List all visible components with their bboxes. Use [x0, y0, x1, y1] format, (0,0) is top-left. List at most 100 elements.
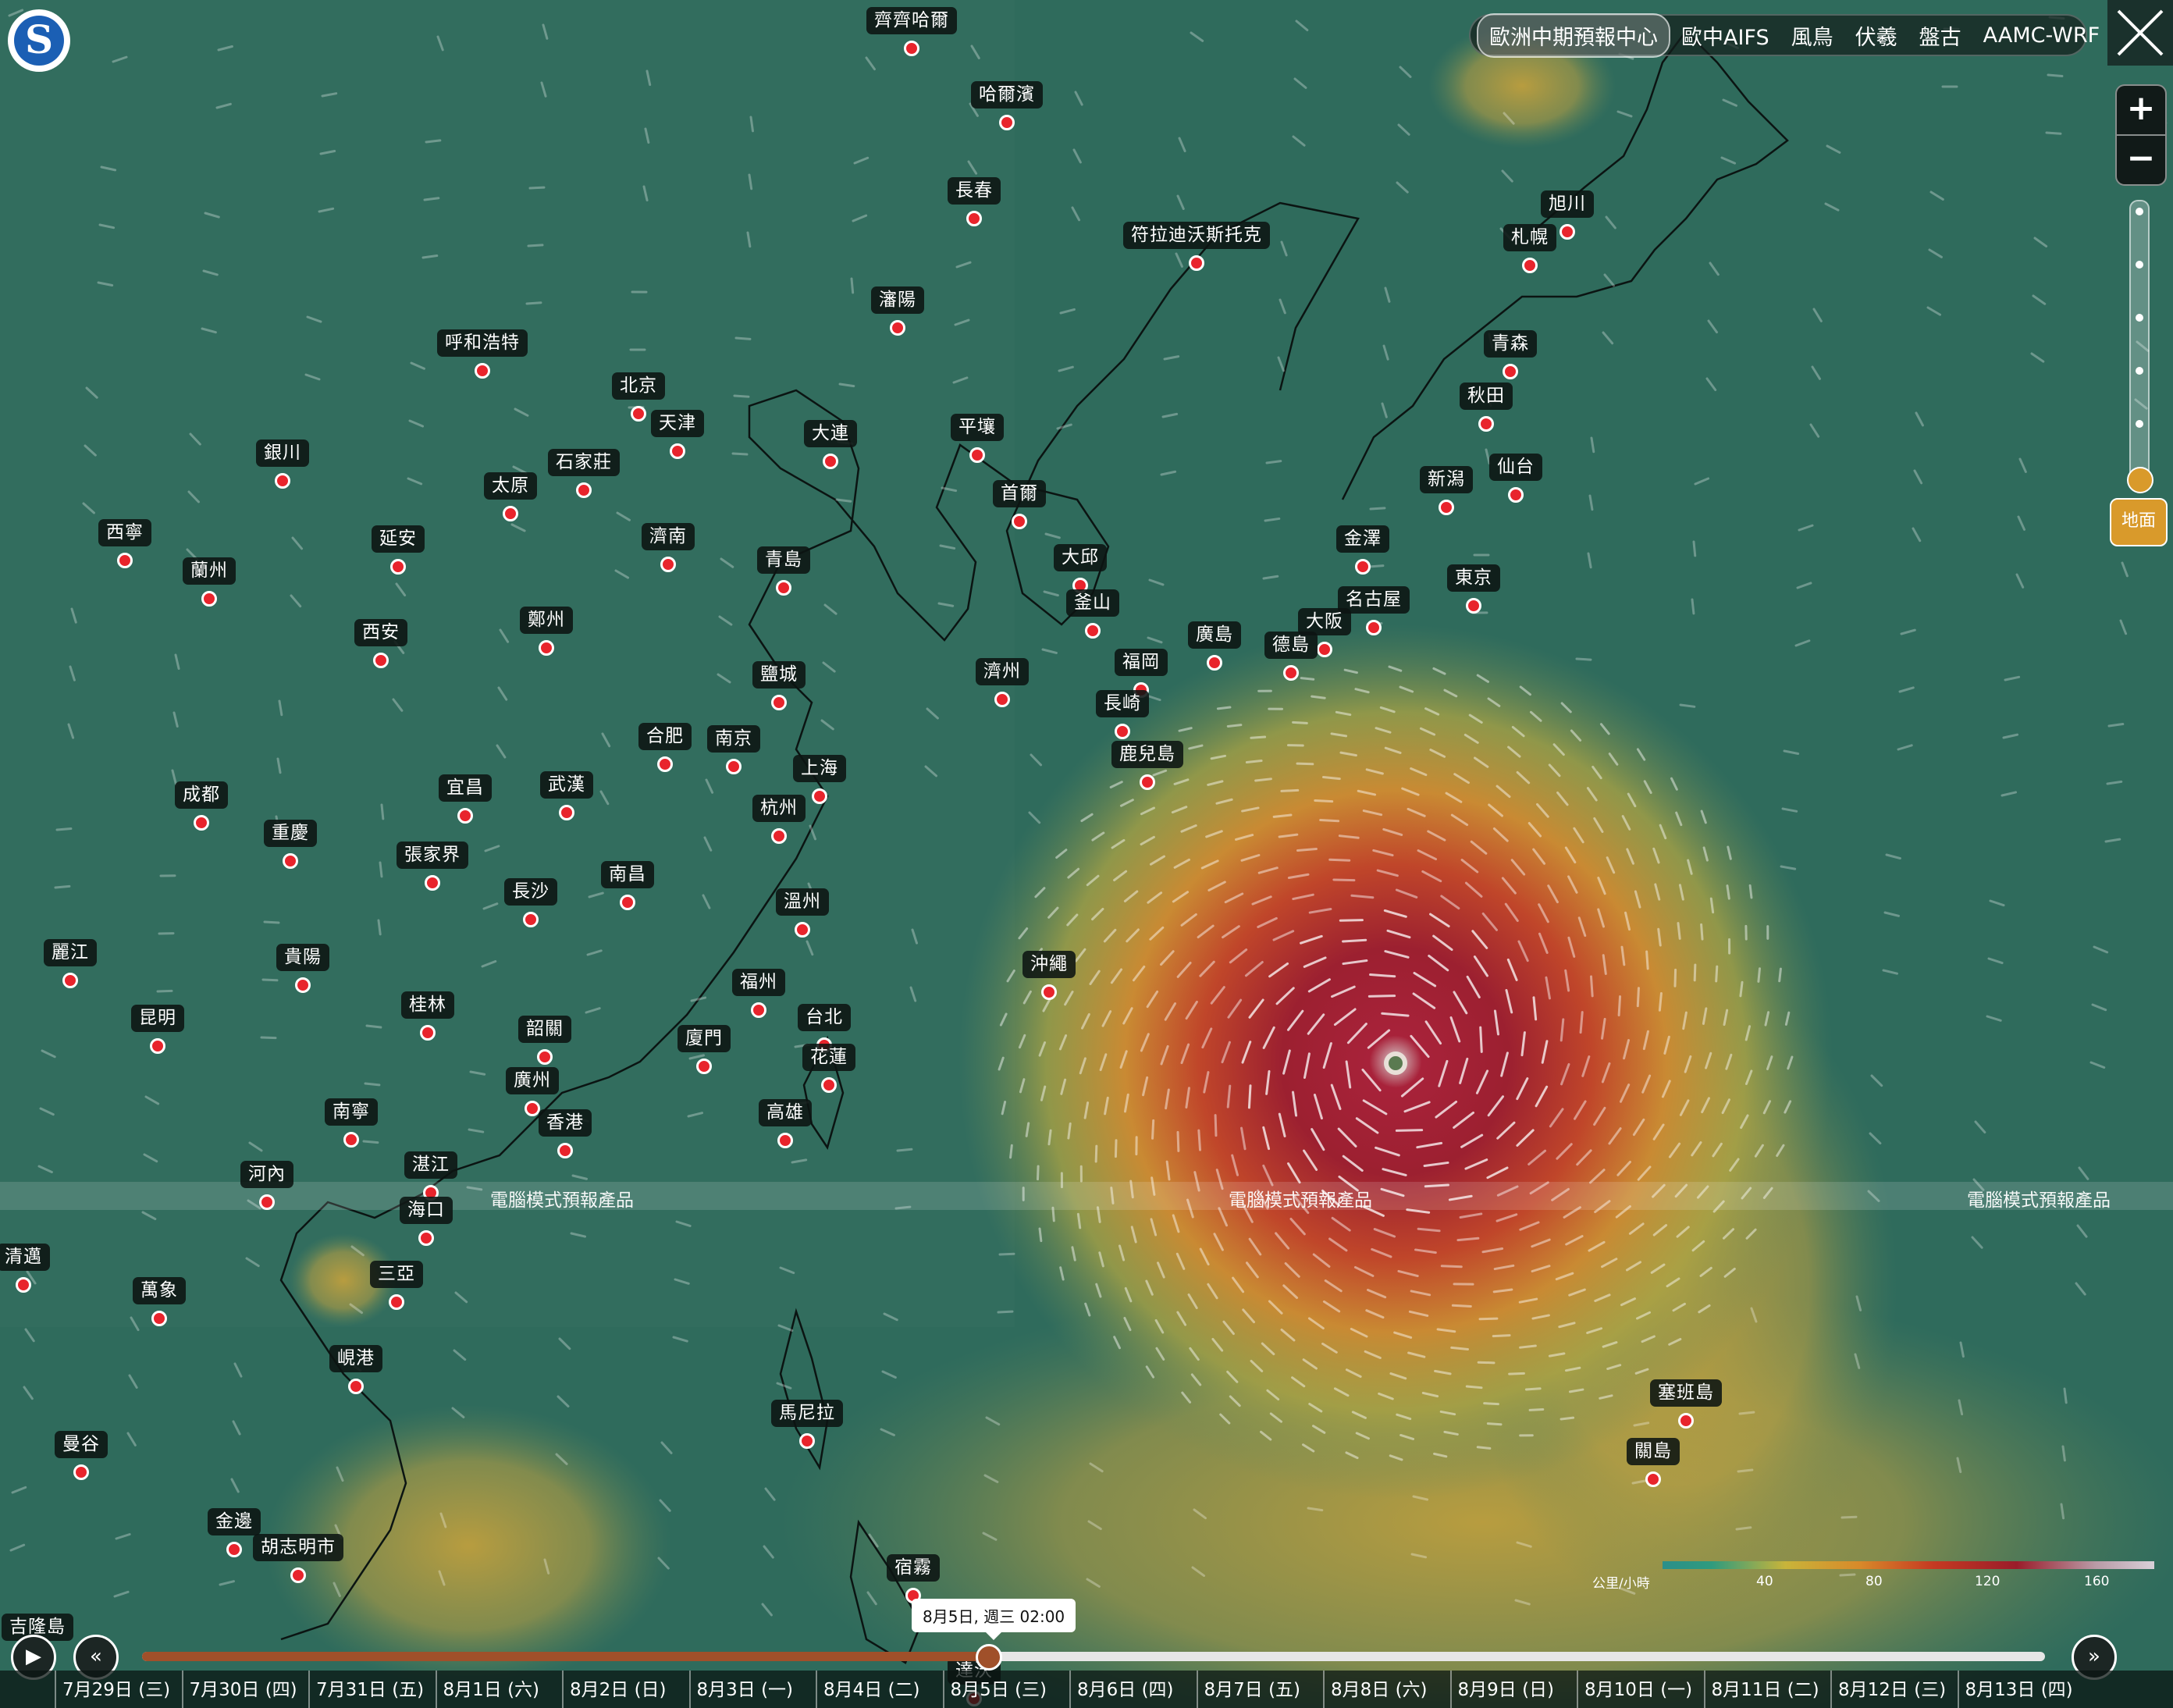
city-label: 東京 [1447, 564, 1500, 592]
weather-map[interactable] [0, 0, 2173, 1708]
tab-pangu[interactable]: 盤古 [1908, 15, 1972, 56]
city-label: 萬象 [133, 1277, 186, 1304]
day-label[interactable]: 7月29日 (三) [55, 1671, 183, 1708]
tab-ec-aifs[interactable]: 歐中AIFS [1670, 15, 1780, 56]
city-label: 鄭州 [520, 607, 573, 634]
legend-tick: 160 [2084, 1574, 2110, 1589]
watermark-text: 電腦模式預報產品 [1967, 1190, 2111, 1211]
city-dot [389, 1294, 404, 1310]
city-dot [523, 912, 539, 927]
watermark-text: 電腦模式預報產品 [1229, 1190, 1372, 1211]
legend-color-bar [1663, 1561, 2154, 1569]
altitude-tick[interactable] [2136, 261, 2143, 269]
city-dot [1115, 724, 1130, 739]
day-label[interactable]: 8月1日 (六) [435, 1671, 564, 1708]
city-label: 南京 [707, 725, 760, 753]
legend-tick: 40 [1756, 1574, 1773, 1589]
city-dot [275, 473, 290, 489]
legend-unit: 公里/小時 [1592, 1576, 1650, 1592]
day-label[interactable]: 8月12日 (三) [1830, 1671, 1959, 1708]
close-button[interactable] [2107, 0, 2173, 66]
city-dot [660, 557, 676, 572]
city-label: 合肥 [638, 723, 692, 750]
city-dot [776, 580, 791, 596]
city-label: 南寧 [325, 1098, 378, 1126]
close-icon [2117, 9, 2164, 56]
day-label[interactable]: 8月2日 (日) [562, 1671, 691, 1708]
tab-aamc-wrf[interactable]: AAMC-WRF [1972, 18, 2111, 53]
double-chevron-left-icon: « [90, 1645, 102, 1668]
city-label: 關島 [1627, 1438, 1680, 1465]
tab-fuxi[interactable]: 伏羲 [1844, 15, 1908, 56]
city-label: 桂林 [401, 991, 454, 1019]
city-label: 大連 [804, 420, 857, 447]
city-dot [1508, 487, 1524, 503]
city-label: 新潟 [1420, 466, 1473, 493]
city-dot [771, 695, 787, 710]
day-label[interactable]: 7月30日 (四) [181, 1671, 311, 1708]
city-dot [290, 1567, 306, 1583]
altitude-tick[interactable] [2136, 208, 2143, 215]
city-label: 花蓮 [802, 1044, 855, 1071]
altitude-tick[interactable] [2136, 367, 2143, 375]
altitude-knob[interactable] [2127, 467, 2153, 493]
city-label: 塞班島 [1650, 1379, 1722, 1407]
city-dot [559, 805, 574, 820]
city-dot [751, 1002, 766, 1018]
city-label: 重慶 [264, 820, 317, 847]
day-strip: 7月29日 (三) 7月30日 (四) 7月31日 (五) 8月1日 (六) 8月2日 … [0, 1671, 2173, 1708]
city-label: 三亞 [370, 1261, 423, 1288]
day-label[interactable]: 8月13日 (四) [1957, 1671, 2086, 1708]
tab-fengniao[interactable]: 風鳥 [1780, 15, 1844, 56]
city-label: 哈爾濱 [971, 81, 1043, 109]
city-dot [425, 875, 440, 891]
city-label: 成都 [175, 781, 228, 809]
city-label: 銀川 [256, 439, 309, 467]
city-label: 北京 [612, 372, 665, 400]
timeline-knob[interactable] [976, 1644, 1002, 1671]
city-dot [343, 1132, 359, 1148]
city-label: 湛江 [404, 1151, 457, 1179]
city-dot [73, 1464, 89, 1480]
weather-agency-logo-icon[interactable]: S [8, 9, 70, 72]
city-label: 曼谷 [55, 1431, 108, 1458]
day-label[interactable]: 8月5日 (三) [942, 1671, 1072, 1708]
day-label[interactable]: 8月11日 (二) [1703, 1671, 1833, 1708]
day-label[interactable]: 8月7日 (五) [1196, 1671, 1325, 1708]
city-label: 呼和浩特 [437, 329, 528, 357]
surface-level-button[interactable]: 地面 [2110, 498, 2168, 546]
city-dot [557, 1143, 573, 1158]
city-label: 胡志明市 [253, 1534, 343, 1561]
day-label[interactable]: 8月4日 (二) [816, 1671, 944, 1708]
day-label[interactable]: 8月10日 (一) [1577, 1671, 1705, 1708]
wind-speed-legend: 公里/小時 40 80 120 160 [1592, 1558, 2154, 1592]
day-label[interactable]: 8月9日 (日) [1449, 1671, 1579, 1708]
city-dot [771, 828, 787, 844]
city-dot [1355, 559, 1371, 575]
city-label: 延安 [372, 525, 425, 553]
city-label: 長崎 [1096, 690, 1149, 717]
city-dot [525, 1101, 540, 1116]
timeline-track[interactable] [142, 1652, 2045, 1661]
altitude-tick[interactable] [2136, 314, 2143, 322]
altitude-tick[interactable] [2136, 420, 2143, 428]
tab-ecmwf[interactable]: 歐洲中期預報中心 [1477, 12, 1670, 58]
city-dot [823, 454, 838, 469]
altitude-slider[interactable] [2129, 200, 2150, 484]
city-label: 上海 [793, 755, 846, 782]
city-dot [1439, 500, 1454, 515]
city-dot [1645, 1471, 1661, 1487]
zoom-in-button[interactable]: + [2115, 84, 2167, 136]
day-label[interactable]: 8月8日 (六) [1323, 1671, 1452, 1708]
watermark-band [0, 1182, 2173, 1210]
city-dot [1085, 623, 1101, 639]
day-label[interactable]: 8月3日 (一) [688, 1671, 818, 1708]
day-label[interactable]: 7月31日 (五) [308, 1671, 437, 1708]
city-dot [373, 653, 389, 668]
city-label: 仙台 [1489, 454, 1542, 481]
city-dot [503, 506, 518, 521]
city-label: 金澤 [1336, 525, 1389, 553]
zoom-out-button[interactable]: − [2115, 134, 2167, 186]
day-label[interactable]: 8月6日 (四) [1069, 1671, 1198, 1708]
city-label: 秋田 [1460, 383, 1513, 410]
